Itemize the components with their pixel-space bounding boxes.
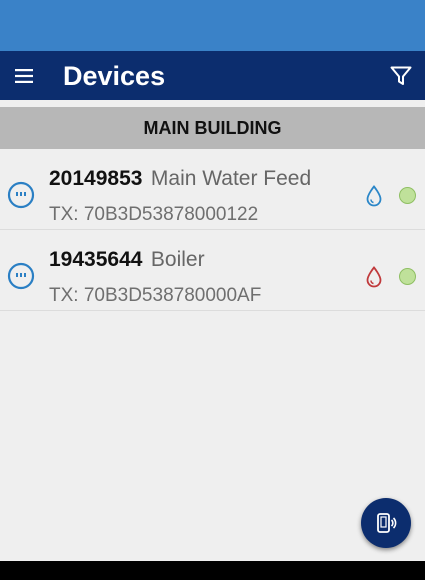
section-header: MAIN BUILDING — [0, 107, 425, 149]
nfc-scan-button[interactable] — [361, 498, 411, 548]
device-title-line: 19435644 Boiler — [49, 247, 205, 275]
device-list: 20149853 Main Water Feed TX: 70B3D538780… — [0, 149, 425, 311]
device-tx: TX: 70B3D538780000AF — [49, 285, 262, 306]
device-title-line: 20149853 Main Water Feed — [49, 166, 311, 194]
menu-button[interactable] — [8, 60, 40, 92]
water-drop-icon — [366, 185, 382, 207]
device-row[interactable]: 19435644 Boiler TX: 70B3D538780000AF — [0, 230, 425, 311]
filter-funnel-icon — [390, 66, 412, 85]
app-bar: Devices — [0, 51, 425, 100]
water-drop-icon — [366, 266, 382, 288]
device-id: 19435644 — [49, 248, 143, 271]
device-name: Main Water Feed — [150, 167, 312, 190]
device-tx: TX: 70B3D53878000122 — [49, 204, 259, 225]
page-title: Devices — [63, 61, 166, 91]
status-bar — [0, 0, 425, 51]
hamburger-menu-icon — [15, 69, 33, 83]
nfc-phone-icon — [377, 513, 397, 533]
device-row[interactable]: 20149853 Main Water Feed TX: 70B3D538780… — [0, 149, 425, 230]
status-indicator — [399, 187, 416, 204]
filter-button[interactable] — [385, 60, 417, 92]
status-indicator — [399, 268, 416, 285]
device-name: Boiler — [150, 248, 205, 271]
meter-icon — [7, 181, 35, 209]
navigation-bar — [0, 561, 425, 580]
device-id: 20149853 — [49, 167, 143, 190]
section-title: MAIN BUILDING — [143, 117, 282, 138]
meter-icon — [7, 262, 35, 290]
